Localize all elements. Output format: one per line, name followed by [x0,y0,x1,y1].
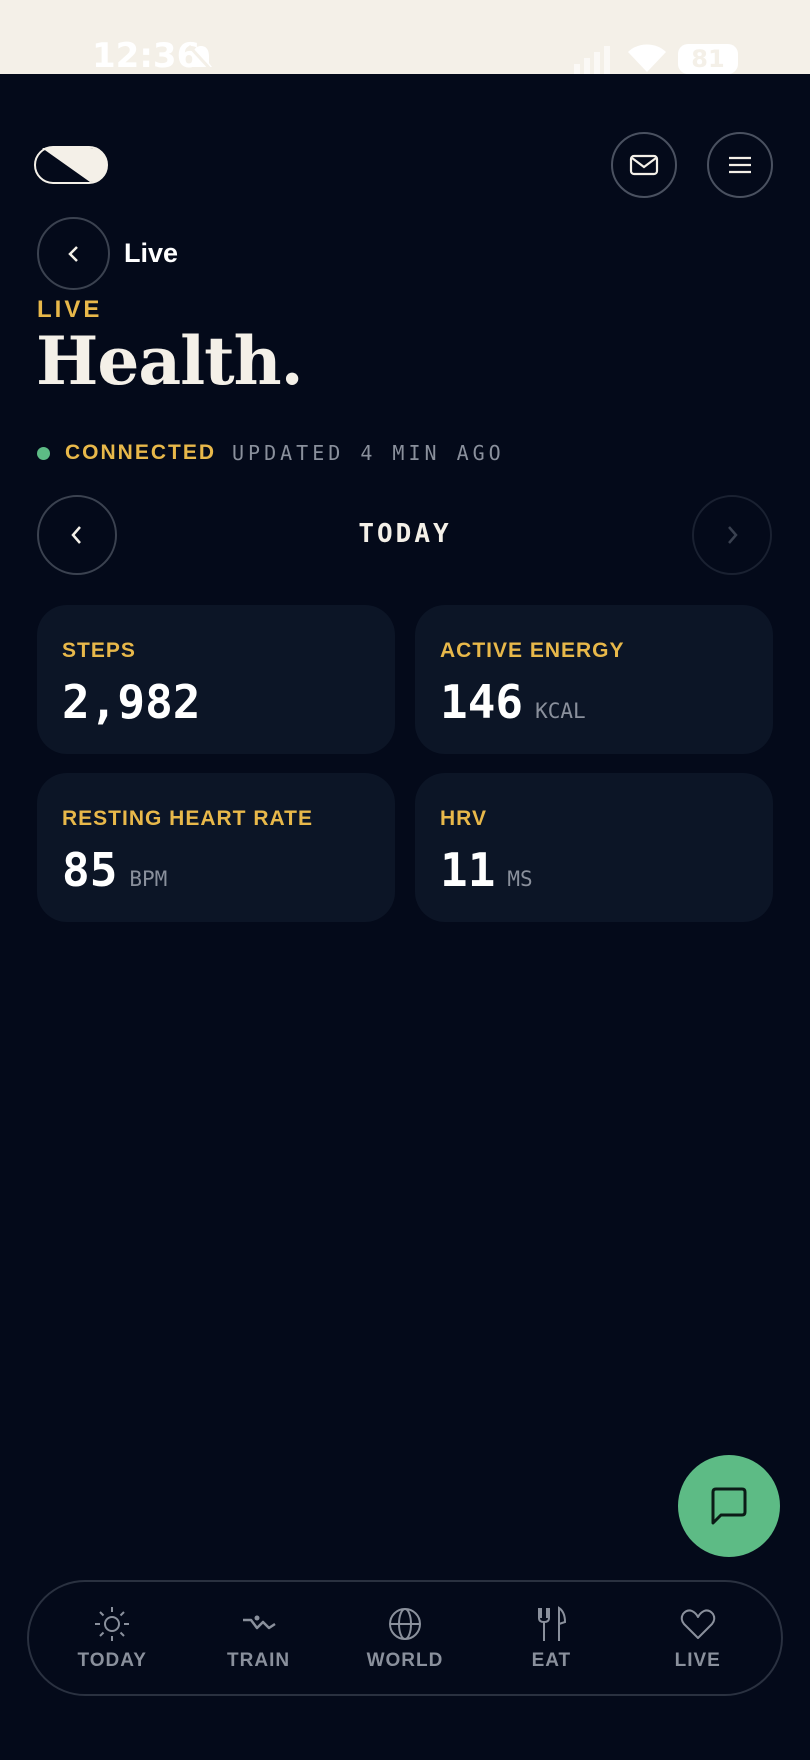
chevron-left-icon [67,245,78,262]
utensils-icon [538,1606,567,1641]
sun-icon [95,1607,130,1641]
signal-icon [574,46,610,74]
nav-label: TODAY [77,1650,147,1671]
nav-item-world[interactable]: WORLD [340,1604,470,1672]
status-bar: 12:36 81 [0,0,810,74]
connection-status: CONNECTED UPDATED 4 MIN AGO [37,440,505,466]
heart-icon [680,1609,716,1639]
connection-label: CONNECTED [65,441,217,464]
chat-bubble-icon [711,1487,747,1525]
connected-dot-icon [37,446,50,460]
bell-muted-icon [187,44,215,74]
date-label: TODAY [358,519,452,549]
metric-label: HRV [440,807,487,830]
previous-day-button[interactable] [37,495,117,575]
metric-card-resting-heart-rate[interactable]: RESTING HEART RATE 85 BPM [37,773,395,922]
menu-button[interactable] [707,132,773,198]
brand-logo-icon[interactable] [34,146,108,184]
next-day-button[interactable] [692,495,772,575]
mail-icon [629,154,659,176]
wifi-icon [628,44,666,72]
nav-label: TRAIN [227,1650,291,1671]
nav-label: WORLD [366,1650,444,1671]
nav-item-live[interactable]: LIVE [633,1604,763,1672]
metric-label: STEPS [62,639,136,662]
metric-unit: BPM [129,867,168,891]
nav-label: LIVE [674,1650,721,1671]
nav-item-train[interactable]: TRAIN [194,1604,324,1672]
run-icon [242,1615,276,1630]
metric-unit: KCAL [535,699,586,723]
metric-label: ACTIVE ENERGY [440,639,625,662]
chat-button[interactable] [678,1455,780,1557]
status-time: 12:36 [92,36,201,74]
last-updated-label: UPDATED 4 MIN AGO [232,441,505,465]
metric-card-hrv[interactable]: HRV 11 MS [415,773,773,922]
app-screen: 12:36 81 Live LIVE Health. CONNECTED UPD… [0,0,810,1760]
metric-value: 11 [440,843,496,897]
hamburger-menu-icon [729,156,751,174]
back-label[interactable]: Live [124,238,178,269]
page-title: Health. [36,322,304,400]
nav-label: EAT [531,1650,572,1671]
nav-item-today[interactable]: TODAY [47,1604,177,1672]
battery-indicator: 81 [678,44,738,74]
metric-label: RESTING HEART RATE [62,807,313,830]
nav-item-eat[interactable]: EAT [486,1604,616,1672]
chevron-right-icon [728,526,738,544]
metric-card-steps[interactable]: STEPS 2,982 [37,605,395,754]
metric-value: 146 [440,675,524,729]
metric-value: 2,982 [62,675,201,729]
inbox-button[interactable] [611,132,677,198]
bottom-navigation: TODAY TRAIN WORLD EAT LIVE [27,1580,783,1696]
metric-card-active-energy[interactable]: ACTIVE ENERGY 146 KCAL [415,605,773,754]
chevron-left-icon [71,526,81,544]
section-eyebrow: LIVE [37,296,103,323]
metric-value: 85 [62,843,118,897]
metric-unit: MS [507,867,533,891]
globe-icon [388,1608,421,1640]
back-button[interactable] [37,217,110,290]
